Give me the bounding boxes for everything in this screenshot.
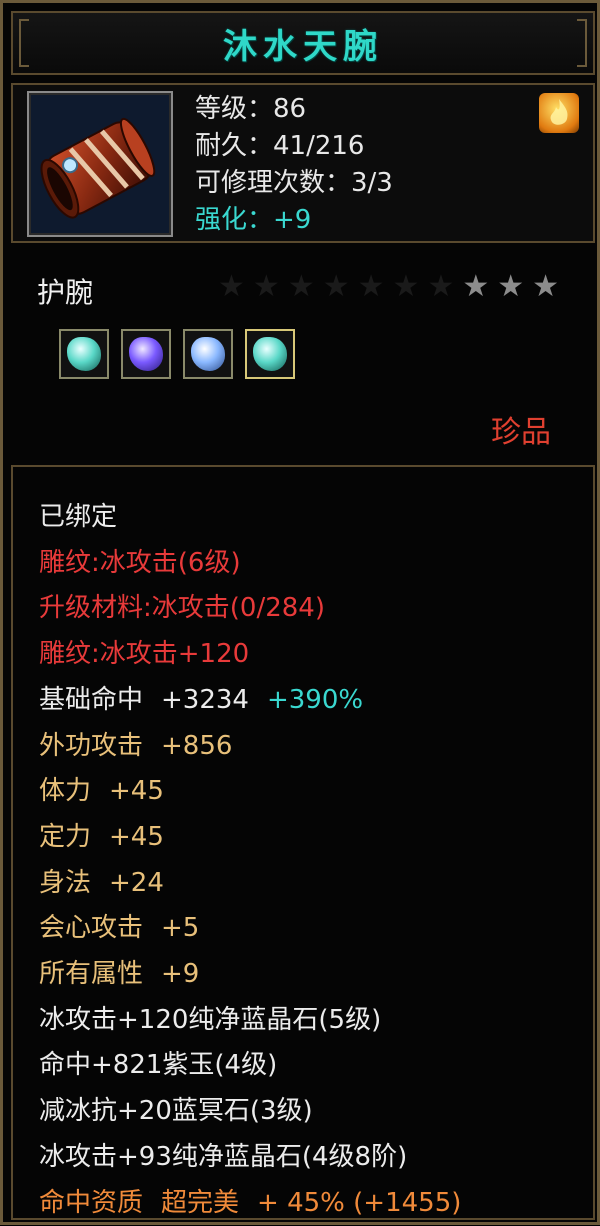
star-icon: ★ xyxy=(218,269,245,304)
ext-attack-label: 外功攻击 xyxy=(39,730,144,761)
durability-line: 耐久：41/216 xyxy=(195,131,365,161)
attribute-panel: 已绑定 雕纹:冰攻击(6级) 升级材料:冰攻击(0/284) 雕纹:冰攻击+12… xyxy=(11,465,595,1220)
purple-jade-gem-icon xyxy=(129,337,163,371)
crit-label: 会心攻击 xyxy=(39,913,144,944)
item-stats: 等级：86 耐久：41/216 可修理次数：3/3 强化：+9 xyxy=(195,91,525,239)
star-icon: ★ xyxy=(322,269,350,304)
teal-crystal-gem-icon xyxy=(67,337,101,371)
star-rating: ★ ★ ★ ★ ★ ★ ★ ★ ★ ★ xyxy=(218,269,559,305)
title-bar: 沐水天腕 xyxy=(11,11,595,75)
gem-effect-1: 冰攻击+120纯净蓝晶石(5级) xyxy=(39,1004,382,1035)
stamina-label: 体力 xyxy=(39,776,92,807)
enhance-line: 强化：+9 xyxy=(195,205,312,235)
hit-value: +3234 xyxy=(161,684,249,715)
focus-value: +45 xyxy=(109,821,164,852)
bracer-illustration xyxy=(40,117,156,219)
upgrade-material-line: 升级材料:冰攻击(0/284) xyxy=(39,593,325,624)
gem-effect-4: 冰攻击+93纯净蓝晶石(4级8阶) xyxy=(39,1141,408,1172)
rarity-label: 珍品 xyxy=(491,415,551,450)
engrave-line-1: 雕纹:冰攻击(6级) xyxy=(39,547,241,578)
ext-attack-value: +856 xyxy=(161,730,233,761)
crit-value: +5 xyxy=(161,913,200,944)
gem-slot[interactable] xyxy=(245,329,295,379)
red-bracer-icon xyxy=(27,91,173,237)
agility-label: 身法 xyxy=(39,867,92,898)
item-name: 沐水天腕 xyxy=(223,26,383,67)
star-icon: ★ xyxy=(357,269,385,304)
agility-line: 身法 +24 xyxy=(39,861,579,907)
blue-crystal-gem-icon xyxy=(191,337,225,371)
header-panel: 等级：86 耐久：41/216 可修理次数：3/3 强化：+9 xyxy=(11,83,595,243)
all-attr-label: 所有属性 xyxy=(39,959,144,990)
focus-line: 定力 +45 xyxy=(39,815,579,861)
repair-count-line: 可修理次数：3/3 xyxy=(195,168,393,198)
teal-crystal-gem-icon xyxy=(253,337,287,371)
title-corner-left xyxy=(19,19,29,67)
star-icon: ★ xyxy=(532,269,560,304)
all-attr-line: 所有属性 +9 xyxy=(39,952,579,998)
gem-effect-3: 减冰抗+20蓝冥石(3级) xyxy=(39,1096,313,1127)
gem-slot[interactable] xyxy=(121,329,171,379)
quality-line: 命中资质 超完美 + 45% (+1455) xyxy=(39,1181,579,1226)
star-icon: ★ xyxy=(462,269,490,304)
quality-label: 命中资质 xyxy=(39,1187,144,1218)
flame-glyph xyxy=(550,99,568,125)
star-icon: ★ xyxy=(252,269,280,304)
stamina-value: +45 xyxy=(109,776,164,807)
hit-line: 基础命中 +3234 +390% xyxy=(39,678,579,724)
focus-label: 定力 xyxy=(39,821,92,852)
attribute-list: 已绑定 雕纹:冰攻击(6级) 升级材料:冰攻击(0/284) 雕纹:冰攻击+12… xyxy=(39,495,579,1226)
hit-label: 基础命中 xyxy=(39,684,144,715)
crit-line: 会心攻击 +5 xyxy=(39,906,579,952)
item-tooltip: 沐水天腕 等级：86 耐久：41/216 可修理次数：3/3 强化：+9 护腕 … xyxy=(0,0,600,1225)
quality-value: + 45% (+1455) xyxy=(257,1187,462,1218)
star-icon: ★ xyxy=(287,269,315,304)
gem-slots xyxy=(59,329,295,379)
star-icon: ★ xyxy=(497,269,525,304)
level-line: 等级：86 xyxy=(195,94,307,124)
item-type: 护腕 xyxy=(37,276,94,309)
hit-bonus: +390% xyxy=(266,684,364,715)
engrave-line-2: 雕纹:冰攻击+120 xyxy=(39,639,250,670)
star-icon: ★ xyxy=(392,269,420,304)
stamina-line: 体力 +45 xyxy=(39,769,579,815)
ext-attack-line: 外功攻击 +856 xyxy=(39,724,579,770)
title-corner-right xyxy=(577,19,587,67)
gem-slot[interactable] xyxy=(183,329,233,379)
star-icon: ★ xyxy=(427,269,455,304)
flame-badge-icon[interactable] xyxy=(539,93,579,133)
bound-status: 已绑定 xyxy=(39,502,118,532)
quality-grade: 超完美 xyxy=(161,1187,240,1218)
gem-slot[interactable] xyxy=(59,329,109,379)
all-attr-value: +9 xyxy=(161,959,200,990)
agility-value: +24 xyxy=(109,867,164,898)
gem-effect-2: 命中+821紫玉(4级) xyxy=(39,1050,278,1081)
